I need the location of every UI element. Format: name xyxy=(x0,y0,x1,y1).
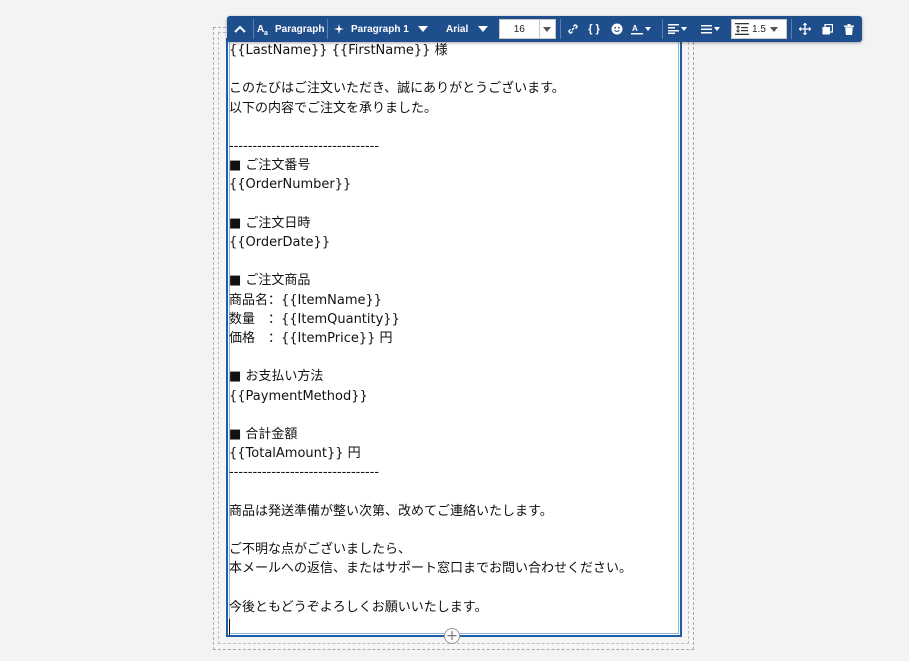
font-family-dropdown[interactable]: Arial xyxy=(446,16,490,42)
toolbar-separator xyxy=(560,19,561,39)
insert-variable-button[interactable]: { } xyxy=(585,16,603,42)
text-style-icon: A a xyxy=(257,22,271,36)
toolbar-separator xyxy=(253,19,254,39)
font-size-dropdown-button[interactable] xyxy=(538,20,555,38)
delete-block-button[interactable] xyxy=(840,16,858,42)
text-color-icon: A xyxy=(631,23,643,35)
chevron-down-icon xyxy=(645,27,651,31)
line-height-value: 1.5 xyxy=(752,23,766,35)
sparkle-icon xyxy=(333,23,345,35)
toolbar-separator xyxy=(662,19,663,39)
svg-text:a: a xyxy=(264,30,268,36)
line-height-icon xyxy=(735,23,749,35)
toolbar-separator xyxy=(791,19,792,39)
list-button[interactable] xyxy=(701,16,725,42)
align-left-icon xyxy=(668,24,679,34)
chevron-down-icon xyxy=(543,26,552,32)
block-type-label: Paragraph xyxy=(275,23,325,35)
emoji-button[interactable] xyxy=(608,16,626,42)
duplicate-icon xyxy=(822,23,833,35)
alignment-button[interactable] xyxy=(668,16,692,42)
font-size-value: 16 xyxy=(513,23,525,35)
chevron-down-icon xyxy=(417,26,428,32)
text-toolbar: A a Paragraph Paragraph 1 Arial 16 {} A… xyxy=(227,16,862,42)
move-icon xyxy=(799,23,811,35)
text-block-content[interactable]: {{LastName}} {{FirstName}} 様 このたびはご注文いただ… xyxy=(229,41,679,617)
duplicate-block-button[interactable] xyxy=(818,16,836,42)
collapse-toolbar-button[interactable] xyxy=(227,16,253,42)
font-size-select[interactable]: 16 xyxy=(499,19,556,39)
font-family-label: Arial xyxy=(446,23,469,35)
chevron-down-icon xyxy=(478,26,489,32)
svg-text:A: A xyxy=(632,24,638,33)
link-icon xyxy=(567,23,579,35)
plus-circle-icon: + xyxy=(446,628,458,644)
paragraph-style-dropdown[interactable]: Paragraph 1 xyxy=(333,16,435,42)
toolbar-separator xyxy=(327,19,328,39)
chevron-down-icon xyxy=(714,27,720,31)
trash-icon xyxy=(844,23,854,35)
text-caret xyxy=(229,619,230,635)
link-button[interactable] xyxy=(564,16,582,42)
move-block-button[interactable] xyxy=(796,16,814,42)
block-type-button[interactable]: A a Paragraph xyxy=(257,16,327,42)
chevron-up-icon xyxy=(234,25,246,33)
chevron-down-icon xyxy=(769,26,778,32)
text-color-button[interactable]: A xyxy=(631,16,657,42)
chevron-down-icon xyxy=(681,27,687,31)
emoji-icon xyxy=(611,23,623,35)
add-block-button[interactable]: + xyxy=(444,628,460,644)
list-icon xyxy=(701,24,712,34)
canvas: {{LastName}} {{FirstName}} 様 このたびはご注文いただ… xyxy=(0,0,909,661)
curly-braces-icon: { } xyxy=(588,23,600,35)
line-height-select[interactable]: 1.5 xyxy=(731,19,787,39)
paragraph-style-label: Paragraph 1 xyxy=(351,23,409,35)
